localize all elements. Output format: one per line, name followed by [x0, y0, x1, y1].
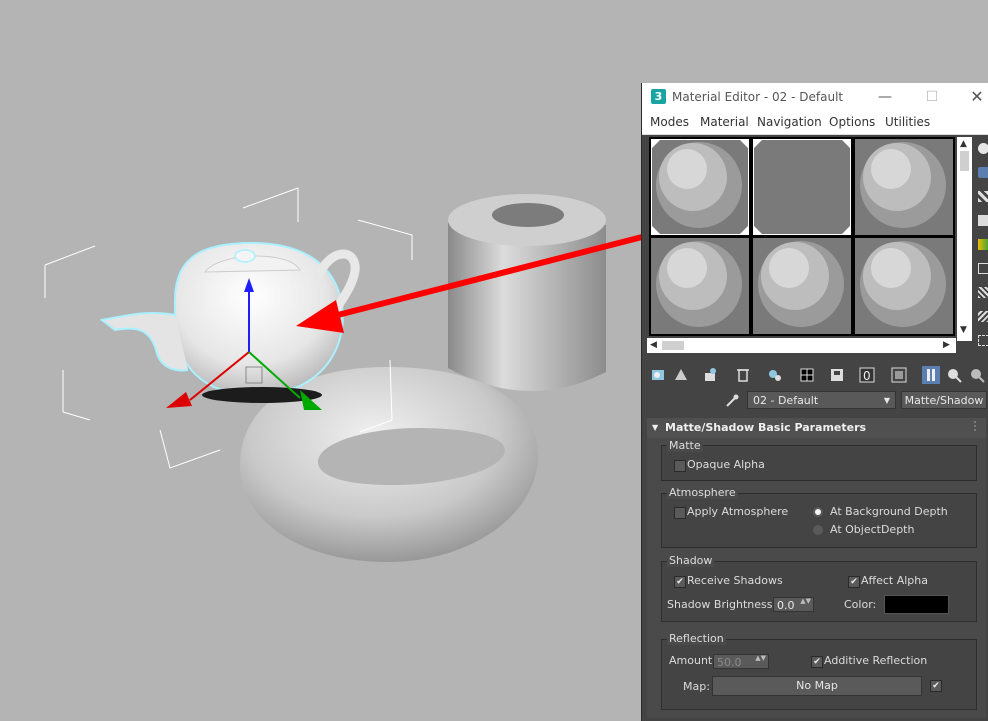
atmosphere-group-label: Atmosphere — [667, 486, 738, 499]
sample-slot-2[interactable] — [753, 139, 851, 235]
shadow-brightness-label: Shadow Brightness: — [667, 598, 777, 611]
menu-material[interactable]: Material — [700, 115, 749, 129]
material-type-button[interactable]: Matte/Shadow — [901, 391, 987, 409]
amount-spinner[interactable]: 50.0 ▲▼ — [713, 654, 769, 669]
shadow-group-label: Shadow — [667, 554, 715, 567]
make-unique-icon[interactable] — [766, 366, 784, 384]
slots-horizontal-scrollbar[interactable]: ◀ ▶ — [647, 338, 956, 353]
rollout-header[interactable]: ▼ Matte/Shadow Basic Parameters — [647, 418, 986, 438]
preview-icon[interactable] — [978, 263, 988, 274]
put-to-library-icon[interactable] — [798, 366, 816, 384]
svg-text:0: 0 — [863, 369, 871, 383]
at-background-depth-radio[interactable] — [813, 507, 823, 517]
app-icon: 3 — [651, 89, 666, 104]
title-bar: 3 Material Editor - 02 - Default — ☐ ✕ — [642, 83, 988, 112]
scroll-thumb[interactable] — [662, 341, 684, 350]
side-toolbar — [975, 135, 988, 355]
show-end-result-icon[interactable] — [922, 366, 940, 384]
get-material-icon[interactable] — [650, 366, 668, 384]
shadow-brightness-spinner[interactable]: 0.0 ▲▼ — [773, 597, 814, 612]
shadow-color-swatch[interactable] — [884, 595, 949, 614]
at-background-depth-label: At Background Depth — [830, 505, 948, 518]
material-name-field[interactable]: 02 - Default ▼ — [747, 391, 896, 409]
go-forward-to-sibling-icon[interactable] — [968, 366, 986, 384]
amount-value: 50.0 — [717, 656, 742, 669]
slots-vertical-scrollbar[interactable]: ▲ ▼ — [957, 137, 972, 341]
amount-label: Amount: — [669, 654, 716, 667]
video-color-check-icon[interactable] — [978, 239, 988, 250]
material-map-navigator-icon[interactable] — [978, 335, 988, 346]
eyedropper-icon[interactable] — [724, 393, 740, 409]
receive-shadows-checkbox[interactable]: ✔ — [674, 576, 686, 588]
menu-utilities[interactable]: Utilities — [885, 115, 930, 129]
maximize-button[interactable]: ☐ — [921, 87, 943, 107]
options-icon[interactable] — [978, 287, 988, 298]
collapse-icon[interactable]: ▼ — [652, 418, 658, 438]
cylinder-object[interactable] — [448, 194, 606, 392]
shadow-group: Shadow ✔ Receive Shadows ✔ Affect Alpha … — [661, 554, 977, 622]
sample-slot-5[interactable] — [753, 238, 851, 334]
background-icon[interactable] — [978, 191, 988, 202]
sample-uv-icon[interactable] — [978, 215, 988, 226]
opaque-alpha-checkbox[interactable] — [674, 460, 686, 472]
material-toolbar: 0 — [642, 364, 988, 386]
spinner-arrows-icon[interactable]: ▲▼ — [800, 597, 811, 605]
menu-navigation[interactable]: Navigation — [757, 115, 822, 129]
menu-modes[interactable]: Modes — [650, 115, 689, 129]
matte-group: Matte Opaque Alpha — [661, 439, 977, 481]
menu-options[interactable]: Options — [829, 115, 875, 129]
map-enable-checkbox[interactable]: ✔ — [930, 680, 942, 692]
sample-slots — [649, 137, 955, 336]
receive-shadows-label: Receive Shadows — [687, 574, 783, 587]
backlight-icon[interactable] — [978, 167, 988, 178]
shadow-color-label: Color: — [844, 598, 877, 611]
scroll-left-icon[interactable]: ◀ — [650, 340, 657, 350]
additive-reflection-label: Additive Reflection — [824, 654, 928, 667]
close-button[interactable]: ✕ — [966, 87, 988, 107]
reflection-group-label: Reflection — [667, 632, 726, 645]
apply-atmosphere-checkbox[interactable] — [674, 507, 686, 519]
material-editor-window: 3 Material Editor - 02 - Default — ☐ ✕ M… — [641, 83, 988, 721]
affect-alpha-checkbox[interactable]: ✔ — [848, 576, 860, 588]
material-name-value: 02 - Default — [753, 394, 819, 407]
show-shaded-icon[interactable] — [890, 366, 908, 384]
at-object-depth-radio[interactable] — [813, 525, 823, 535]
rollout-title: Matte/Shadow Basic Parameters — [665, 421, 867, 434]
assign-to-selection-icon[interactable] — [702, 366, 720, 384]
material-name-row: 02 - Default ▼ Matte/Shadow — [642, 390, 988, 412]
show-map-icon[interactable]: 0 — [858, 366, 876, 384]
at-object-depth-label: At ObjectDepth — [830, 523, 915, 536]
parameters-panel: ▼ Matte/Shadow Basic Parameters Matte Op… — [647, 418, 986, 718]
sample-slot-4[interactable] — [651, 238, 749, 334]
scroll-down-icon[interactable]: ▼ — [960, 325, 967, 335]
chevron-down-icon[interactable]: ▼ — [884, 392, 890, 410]
minimize-button[interactable]: — — [874, 87, 896, 107]
map-label: Map: — [683, 680, 710, 693]
put-to-scene-icon[interactable] — [672, 366, 690, 384]
apply-atmosphere-label: Apply Atmosphere — [687, 505, 789, 518]
window-title: Material Editor - 02 - Default — [672, 90, 844, 104]
reflection-group: Reflection Amount: 50.0 ▲▼ ✔ Additive Re… — [661, 632, 977, 710]
go-to-parent-icon[interactable] — [945, 366, 963, 384]
scroll-up-icon[interactable]: ▲ — [960, 139, 967, 149]
grip-icon[interactable] — [974, 421, 982, 431]
affect-alpha-label: Affect Alpha — [861, 574, 929, 587]
opaque-alpha-label: Opaque Alpha — [687, 458, 765, 471]
atmosphere-group: Atmosphere Apply Atmosphere At Backgroun… — [661, 486, 977, 548]
matte-group-label: Matte — [667, 439, 703, 452]
no-map-button[interactable]: No Map — [712, 676, 922, 696]
reset-map-icon[interactable] — [734, 366, 752, 384]
additive-reflection-checkbox[interactable]: ✔ — [811, 656, 823, 668]
shadow-brightness-value: 0.0 — [777, 599, 795, 612]
sample-slot-3[interactable] — [855, 139, 953, 235]
sample-type-icon[interactable] — [978, 143, 988, 154]
scroll-right-icon[interactable]: ▶ — [943, 340, 950, 350]
sample-slot-1[interactable] — [651, 139, 749, 235]
scroll-thumb[interactable] — [960, 151, 969, 171]
material-id-channel-icon[interactable] — [828, 366, 846, 384]
menu-bar: Modes Material Navigation Options Utilit… — [642, 112, 988, 135]
sample-slot-6[interactable] — [855, 238, 953, 334]
spinner-arrows-icon[interactable]: ▲▼ — [755, 654, 766, 662]
select-by-material-icon[interactable] — [978, 311, 988, 322]
